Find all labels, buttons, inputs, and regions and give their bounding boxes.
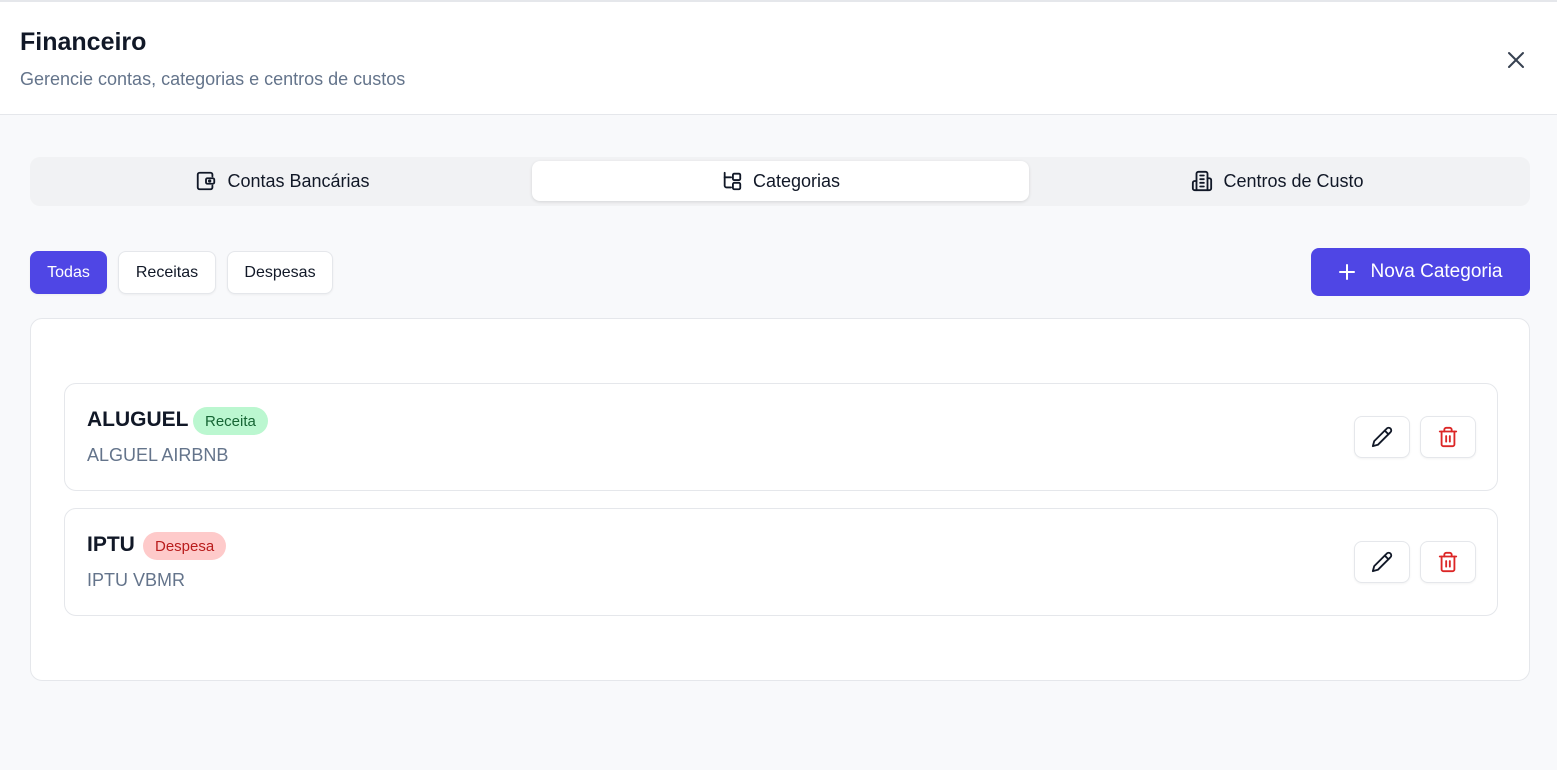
tab-label: Contas Bancárias bbox=[227, 170, 370, 191]
filter-receitas[interactable]: Receitas bbox=[118, 251, 216, 294]
plus-icon bbox=[1339, 264, 1356, 280]
edit-button[interactable] bbox=[1354, 416, 1410, 458]
trash-icon bbox=[1438, 426, 1458, 448]
tab-categorias[interactable]: Categorias bbox=[532, 161, 1029, 201]
delete-button[interactable] bbox=[1420, 541, 1476, 583]
status-badge: Receita bbox=[193, 407, 268, 435]
new-category-label: Nova Categoria bbox=[1370, 261, 1503, 282]
category-tree-icon bbox=[723, 171, 742, 191]
categories-panel: ALUGUEL Receita ALGUEL AIRBNB IPTU Despe… bbox=[30, 318, 1530, 681]
wallet-icon bbox=[197, 171, 216, 191]
close-icon bbox=[1508, 52, 1524, 68]
close-button[interactable] bbox=[1500, 44, 1532, 76]
category-name: ALUGUEL bbox=[87, 408, 189, 431]
tab-list: Contas Bancárias Categorias Centros de C… bbox=[30, 157, 1530, 206]
modal-header: Financeiro Gerencie contas, categorias e… bbox=[0, 0, 1557, 115]
new-category-button[interactable]: Nova Categoria bbox=[1311, 248, 1530, 296]
status-badge: Despesa bbox=[143, 532, 227, 560]
page-title: Financeiro bbox=[20, 28, 147, 56]
tab-centros-de-custo[interactable]: Centros de Custo bbox=[1029, 161, 1526, 201]
list-item: IPTU Despesa IPTU VBMR bbox=[64, 508, 1498, 616]
page-subtitle: Gerencie contas, categorias e centros de… bbox=[20, 69, 406, 89]
filter-despesas[interactable]: Despesas bbox=[227, 251, 333, 294]
tab-label: Centros de Custo bbox=[1223, 170, 1364, 191]
list-item: ALUGUEL Receita ALGUEL AIRBNB bbox=[64, 383, 1498, 491]
pencil-icon bbox=[1371, 551, 1393, 573]
pencil-icon bbox=[1371, 426, 1393, 448]
tab-label: Categorias bbox=[752, 170, 841, 191]
category-description: ALGUEL AIRBNB bbox=[87, 445, 229, 465]
category-name: IPTU bbox=[87, 533, 135, 556]
delete-button[interactable] bbox=[1420, 416, 1476, 458]
trash-icon bbox=[1438, 551, 1458, 573]
filter-todas[interactable]: Todas bbox=[30, 251, 107, 294]
edit-button[interactable] bbox=[1354, 541, 1410, 583]
tab-contas-bancarias[interactable]: Contas Bancárias bbox=[34, 161, 531, 201]
category-description: IPTU VBMR bbox=[87, 570, 186, 590]
building-icon bbox=[1192, 170, 1213, 192]
